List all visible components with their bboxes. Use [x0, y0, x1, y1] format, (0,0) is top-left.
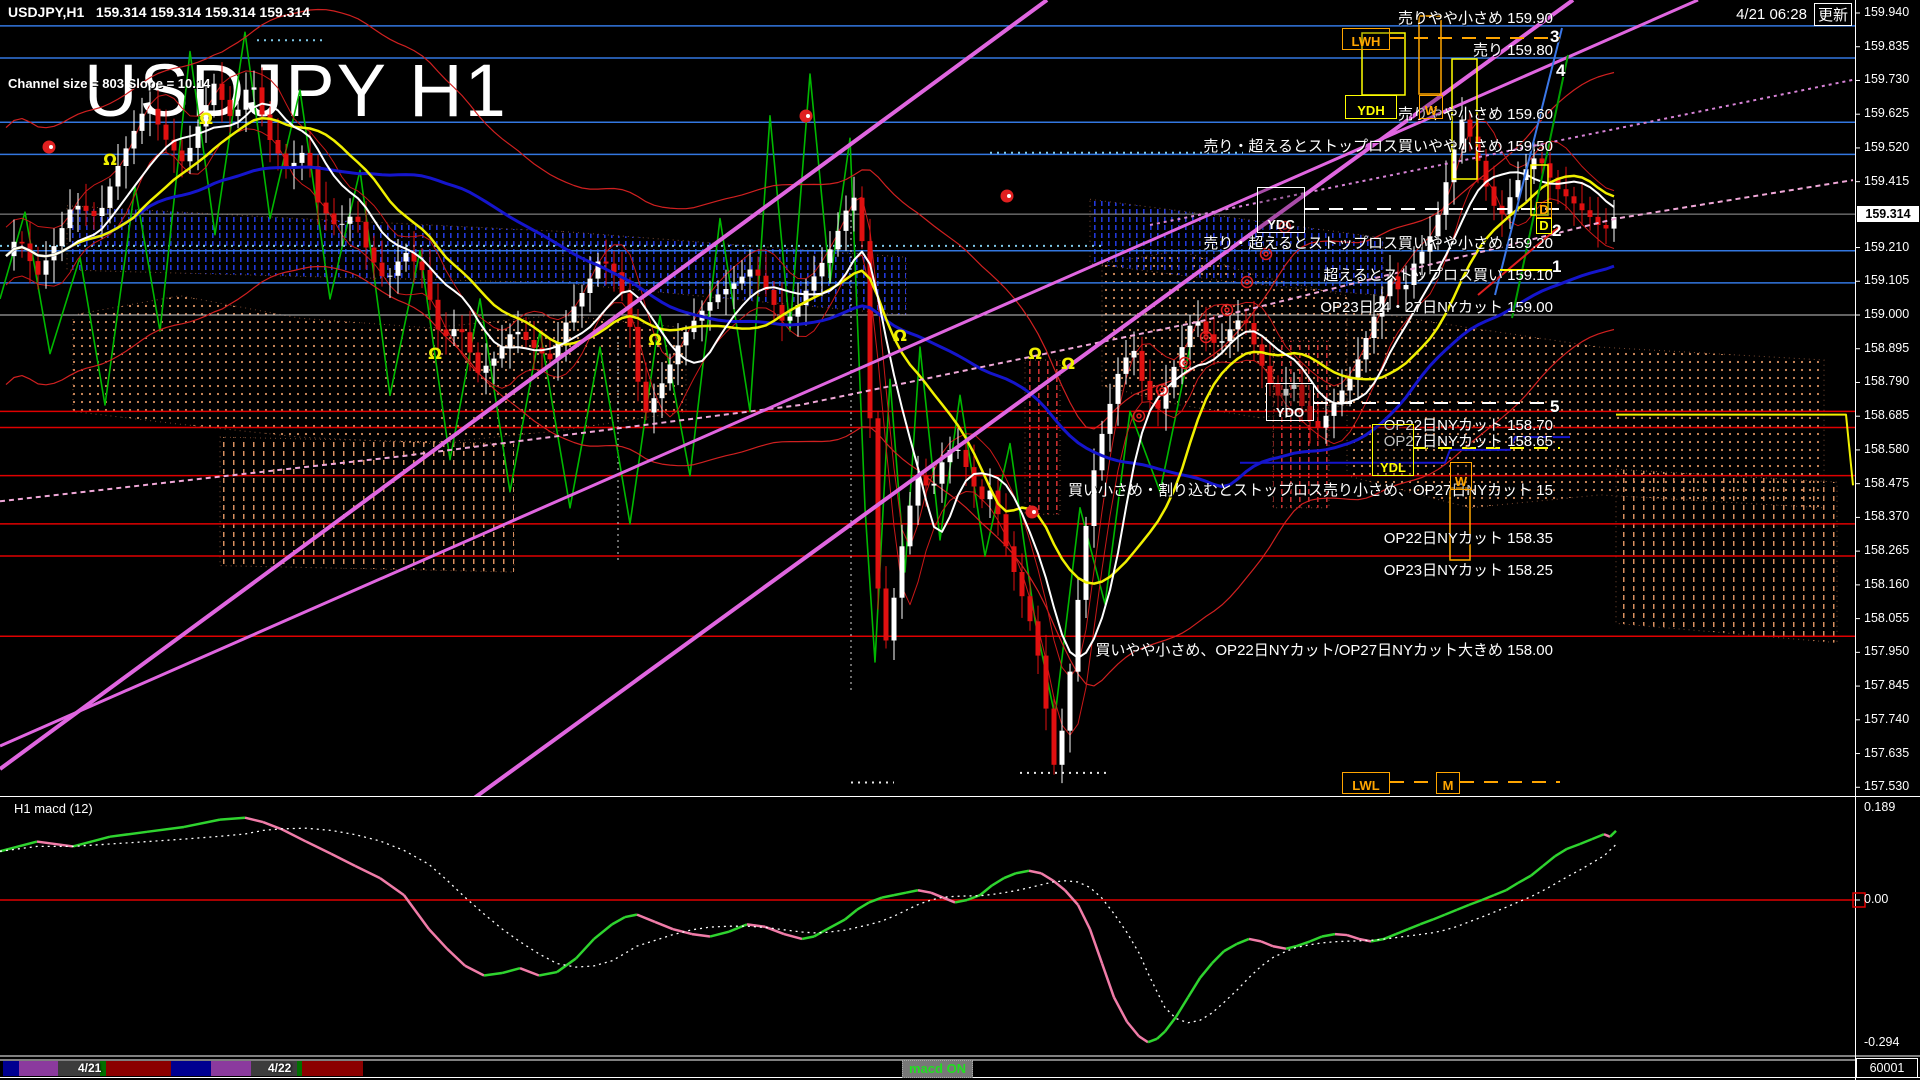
count-marker-1: 1 — [1552, 257, 1562, 276]
svg-text:Ω: Ω — [648, 330, 662, 349]
update-button[interactable]: 更新 — [1813, 3, 1852, 26]
macd-axis-tick[interactable]: -0.294 — [1864, 1035, 1899, 1049]
marker-box-w: W — [1450, 462, 1472, 490]
price-axis-tick[interactable]: 157.950 — [1864, 644, 1909, 658]
level-annotation: 超えるとストップロス買い 159.10 — [1323, 266, 1553, 284]
price-axis-tick[interactable]: 159.835 — [1864, 39, 1909, 53]
price-axis-tick[interactable]: 159.210 — [1864, 240, 1909, 254]
svg-text:Ω: Ω — [428, 344, 442, 363]
macd-axis-tick[interactable]: 0.189 — [1864, 800, 1895, 814]
level-annotation: OP22日NYカット 158.35 — [1383, 529, 1553, 547]
svg-text:Ω: Ω — [199, 109, 213, 128]
count-marker-3: 3 — [1550, 27, 1560, 46]
svg-text:Ω: Ω — [893, 326, 907, 345]
channel-info-label: Channel size = 803 Slope = 10.14 — [8, 76, 211, 91]
marker-box-lwh: LWH — [1342, 28, 1390, 50]
price-axis-tick[interactable]: 158.475 — [1864, 476, 1909, 490]
price-axis-tick[interactable]: 159.105 — [1864, 273, 1909, 287]
marker-box-ydl: YDL — [1372, 424, 1414, 476]
svg-text:Ω: Ω — [103, 150, 117, 169]
price-axis-tick[interactable]: 158.055 — [1864, 611, 1909, 625]
price-axis-tick[interactable]: 158.790 — [1864, 374, 1909, 388]
level-annotation: 売り 159.80 — [1472, 41, 1553, 59]
level-annotation: OP23日24・27日NYカット 159.00 — [1320, 298, 1553, 316]
count-marker-4: 4 — [1556, 61, 1566, 80]
price-axis-tick[interactable]: 159.625 — [1864, 106, 1909, 120]
price-axis-tick[interactable]: 158.160 — [1864, 577, 1909, 591]
current-price-tag: 159.314 — [1857, 206, 1919, 223]
macd-indicator-label: H1 macd (12) — [14, 801, 93, 816]
level-annotation: 売り・超えるとストップロス買いやや小さめ 159.50 — [1203, 138, 1553, 156]
macd-axis-tick[interactable]: 0.00 — [1864, 892, 1888, 906]
price-axis-tick[interactable]: 157.845 — [1864, 678, 1909, 692]
marker-box-d: D — [1536, 218, 1552, 234]
price-axis-tick[interactable]: 159.000 — [1864, 307, 1909, 321]
marker-box-m: M — [1436, 772, 1460, 794]
price-axis-tick[interactable]: 157.635 — [1864, 746, 1909, 760]
level-annotation: OP27日NYカット 158.65 — [1383, 433, 1553, 451]
price-axis-tick[interactable]: 158.580 — [1864, 442, 1909, 456]
price-axis-tick[interactable]: 158.685 — [1864, 408, 1909, 422]
level-annotation: 売り・超えるとストップロス買いやや小さめ 159.20 — [1203, 234, 1553, 252]
price-axis-tick[interactable]: 159.730 — [1864, 72, 1909, 86]
price-axis-tick[interactable]: 159.415 — [1864, 174, 1909, 188]
level-annotation: 買いやや小さめ、OP22日NYカット/OP27日NYカット大きめ 158.00 — [1095, 642, 1553, 660]
marker-box-w: W — [1419, 95, 1443, 119]
price-axis-tick[interactable]: 158.265 — [1864, 543, 1909, 557]
update-area: 4/21 06:28 更新 — [1736, 3, 1852, 26]
count-marker-2: 2 — [1552, 221, 1562, 240]
symbol-title: USDJPY,H1 159.314 159.314 159.314 159.31… — [8, 4, 311, 20]
marker-box-ydc: YDC — [1257, 187, 1305, 233]
price-axis-tick[interactable]: 157.740 — [1864, 712, 1909, 726]
svg-text:Ω: Ω — [1061, 354, 1075, 373]
update-time: 4/21 06:28 — [1736, 6, 1807, 23]
price-axis-tick[interactable]: 158.370 — [1864, 509, 1909, 523]
marker-box-ydh: YDH — [1345, 95, 1397, 119]
marker-box-d: D — [1536, 202, 1552, 218]
price-axis-tick[interactable]: 157.530 — [1864, 779, 1909, 793]
level-annotation: 売りやや小さめ 159.60 — [1397, 106, 1553, 124]
level-annotation: 売りやや小さめ 159.90 — [1397, 9, 1553, 27]
tick-counter: 60001 — [1856, 1058, 1918, 1078]
macd-on-button[interactable]: macd ON — [902, 1060, 974, 1078]
price-axis-tick[interactable]: 159.520 — [1864, 140, 1909, 154]
count-marker-5: 5 — [1550, 397, 1560, 416]
timeline-date: 4/21 — [78, 1061, 102, 1075]
level-annotation: OP23日NYカット 158.25 — [1383, 561, 1553, 579]
marker-box-lwl: LWL — [1342, 772, 1390, 794]
chart-window: USDJPY H1 ΩΩΩΩΩΩΩ USDJPY,H1 159.314 159.… — [0, 0, 1920, 1080]
marker-box-ydo: YDO — [1266, 383, 1314, 421]
price-axis-tick[interactable]: 158.895 — [1864, 341, 1909, 355]
svg-text:Ω: Ω — [1028, 344, 1042, 363]
price-axis-tick[interactable]: 159.940 — [1864, 5, 1909, 19]
timeline-date: 4/22 — [268, 1061, 292, 1075]
